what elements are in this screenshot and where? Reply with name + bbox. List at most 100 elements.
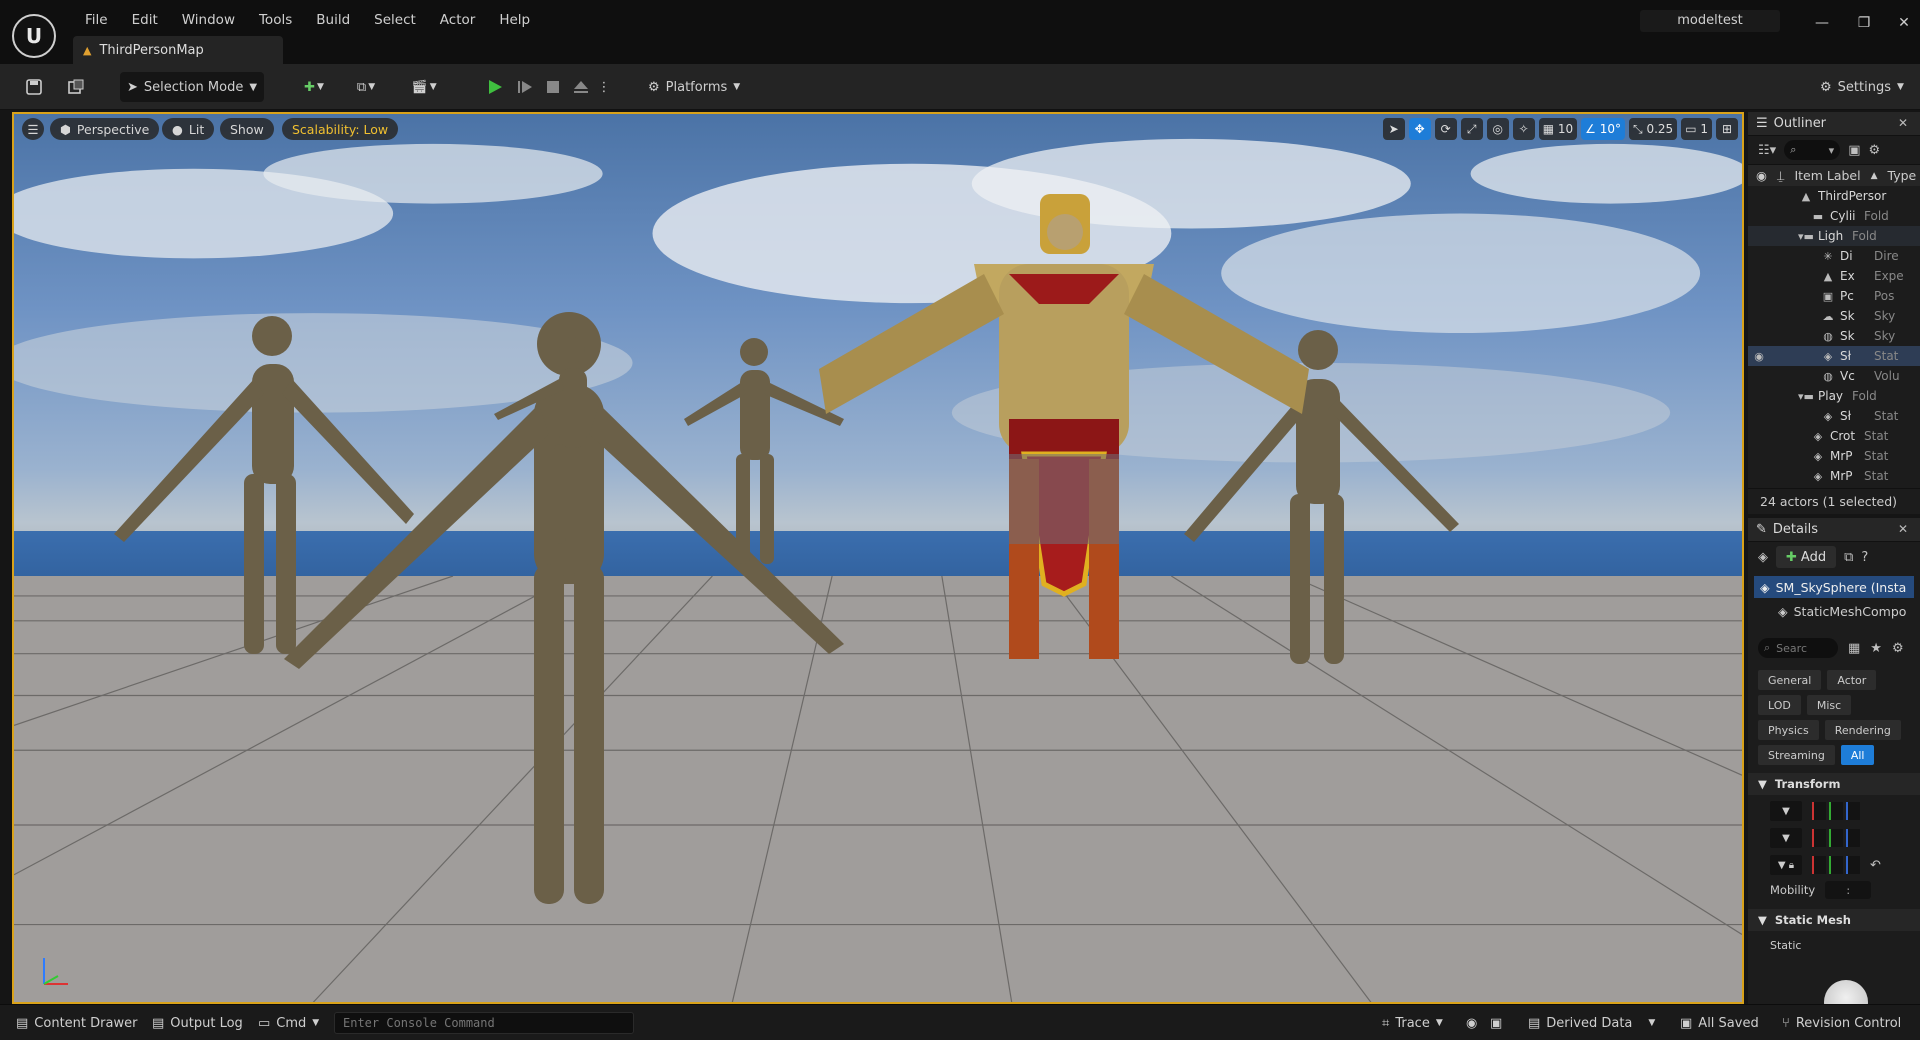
add-component-button[interactable]: ✚ Add — [1776, 546, 1837, 568]
cinematics-button[interactable]: 🎬︎ ▼ — [404, 72, 444, 102]
outliner-row[interactable]: ▾▬ Ligh Fold — [1748, 226, 1920, 246]
menu-tools[interactable]: Tools — [247, 10, 304, 30]
table-view-icon[interactable]: ▦ — [1848, 641, 1860, 656]
outliner-row[interactable]: ▲ Ex Expe — [1748, 266, 1920, 286]
perspective-button[interactable]: ⬢ Perspective — [50, 118, 160, 140]
console-command-input[interactable] — [334, 1012, 634, 1034]
grid-snap-toggle[interactable]: ▦ 10 — [1538, 118, 1578, 140]
filter-misc[interactable]: Misc — [1806, 695, 1852, 715]
component-root[interactable]: ◈ SM_SkySphere (Insta — [1754, 576, 1914, 598]
viewport-layout-icon[interactable]: ⊞ — [1716, 118, 1738, 140]
gear-icon[interactable]: ⚙ — [1868, 143, 1880, 158]
filter-rendering[interactable]: Rendering — [1824, 720, 1901, 740]
z-field[interactable] — [1846, 829, 1860, 847]
output-log-button[interactable]: ▤ Output Log — [152, 1013, 243, 1033]
all-saved-button[interactable]: ▣ All Saved — [1680, 1013, 1759, 1033]
outliner-row[interactable]: ◈ Crot Stat — [1748, 426, 1920, 446]
location-dropdown[interactable]: ▼ — [1770, 801, 1802, 821]
details-search-input[interactable]: ⌕ Searc — [1758, 638, 1838, 658]
outliner-row[interactable]: ▾▬ Play Fold — [1748, 386, 1920, 406]
blueprint-icon[interactable]: ⧉ — [1844, 550, 1853, 565]
add-actor-button[interactable]: ✚ ▼ — [296, 72, 332, 102]
y-field[interactable] — [1829, 856, 1843, 874]
x-field[interactable] — [1812, 829, 1826, 847]
z-field[interactable] — [1846, 856, 1860, 874]
trace-dropdown[interactable]: ⌗ Trace ▼ — [1382, 1013, 1443, 1033]
outliner-row[interactable]: ◉ ◈ Sł Stat — [1748, 346, 1920, 366]
component-child[interactable]: ◈ StaticMeshCompo — [1754, 600, 1914, 622]
close-icon[interactable]: ✕ — [1898, 116, 1908, 130]
outliner-search-input[interactable]: ⌕ ▾ — [1784, 140, 1841, 160]
lit-button[interactable]: ● Lit — [162, 118, 215, 140]
mobility-toggle[interactable]: : — [1825, 881, 1872, 899]
camera-speed-button[interactable]: ▭ 1 — [1681, 118, 1712, 140]
outliner-row[interactable]: ▣ Pc Pos — [1748, 286, 1920, 306]
filter-actor[interactable]: Actor — [1827, 670, 1877, 690]
new-folder-icon[interactable]: ▣ — [1848, 143, 1860, 158]
select-tool-icon[interactable]: ➤ — [1382, 118, 1405, 140]
rotation-snap-toggle[interactable]: ∠ 10° — [1581, 118, 1626, 140]
menu-file[interactable]: File — [73, 10, 120, 30]
snapshot-icon[interactable]: ▣ — [1490, 1013, 1502, 1033]
play-button[interactable] — [482, 72, 508, 102]
x-field[interactable] — [1812, 856, 1826, 874]
record-icon[interactable]: ◉ — [1466, 1013, 1477, 1033]
item-label-column[interactable]: Item Label — [1794, 168, 1860, 183]
outliner-row[interactable]: ✳ Di Dire — [1748, 246, 1920, 266]
filter-all[interactable]: All — [1840, 745, 1875, 765]
visibility-eye-icon[interactable]: ◉ — [1748, 350, 1770, 363]
eject-button[interactable] — [568, 72, 594, 102]
outliner-row[interactable]: ◈ Sł Stat — [1748, 406, 1920, 426]
tab-third-person-map[interactable]: ▲ ThirdPersonMap — [73, 36, 283, 64]
outliner-row[interactable]: ◈ MrP Stat — [1748, 466, 1920, 486]
save-icon[interactable] — [22, 72, 46, 102]
z-field[interactable] — [1846, 802, 1860, 820]
minimize-button[interactable]: — — [1802, 8, 1842, 38]
filter-streaming[interactable]: Streaming — [1758, 745, 1835, 765]
restore-button[interactable]: ❐ — [1844, 8, 1884, 38]
scalability-badge[interactable]: Scalability: Low — [282, 118, 399, 140]
settings-dropdown[interactable]: ⚙ Settings ▼ — [1820, 72, 1904, 102]
outliner-row[interactable]: ◍ Vc Volu — [1748, 366, 1920, 386]
filter-lod[interactable]: LOD — [1758, 695, 1801, 715]
menu-edit[interactable]: Edit — [120, 10, 170, 30]
static-mesh-section[interactable]: ▼ Static Mesh — [1748, 909, 1920, 931]
visibility-eye-icon[interactable]: ◉ — [1756, 168, 1767, 183]
platforms-dropdown[interactable]: ⚙ Platforms ▼ — [648, 72, 740, 102]
more-options-icon[interactable]: ⋮ — [598, 72, 611, 102]
rotate-tool-icon[interactable]: ⟳ — [1434, 118, 1457, 140]
blueprint-button[interactable]: ⧉ ▼ — [346, 72, 386, 102]
level-viewport[interactable]: ☰ ⬢ Perspective ● Lit Show Scalability: Lo… — [12, 112, 1744, 1004]
outliner-row[interactable]: ▲ ThirdPersor — [1748, 186, 1920, 206]
show-button[interactable]: Show — [220, 118, 274, 140]
outliner-row[interactable]: ▬ Cylii Fold — [1748, 206, 1920, 226]
reset-arrow-icon[interactable]: ↶ — [1870, 858, 1881, 873]
unreal-logo[interactable]: U — [12, 14, 56, 58]
y-field[interactable] — [1829, 802, 1843, 820]
scale-dropdown[interactable]: ▼ 🔒︎ — [1770, 855, 1802, 875]
content-drawer-button[interactable]: ▤ Content Drawer — [16, 1013, 137, 1033]
outliner-tab[interactable]: ☰ Outliner ✕ — [1748, 112, 1920, 136]
scale-snap-toggle[interactable]: ⤡ 0.25 — [1629, 118, 1678, 140]
derived-data-dropdown[interactable]: ▤ Derived Data ▼ — [1528, 1013, 1655, 1033]
filter-physics[interactable]: Physics — [1758, 720, 1819, 740]
browse-level-icon[interactable] — [64, 72, 88, 102]
menu-window[interactable]: Window — [170, 10, 247, 30]
static-mesh-thumbnail[interactable] — [1824, 980, 1868, 1004]
type-column[interactable]: Type — [1888, 168, 1917, 183]
menu-help[interactable]: Help — [487, 10, 542, 30]
translate-tool-icon[interactable]: ✥ — [1408, 118, 1431, 140]
menu-select[interactable]: Select — [362, 10, 428, 30]
close-icon[interactable]: ✕ — [1898, 522, 1908, 536]
filter-icon[interactable]: ☷▾ — [1758, 143, 1776, 158]
pin-icon[interactable]: ⍊ — [1777, 168, 1785, 184]
menu-actor[interactable]: Actor — [428, 10, 488, 30]
revision-control-button[interactable]: ⑂ Revision Control — [1782, 1013, 1901, 1033]
gear-icon[interactable]: ⚙ — [1892, 641, 1904, 656]
cmd-dropdown[interactable]: ▭ Cmd ▼ — [258, 1013, 319, 1033]
transform-section[interactable]: ▼ Transform — [1748, 773, 1920, 795]
filter-general[interactable]: General — [1758, 670, 1822, 690]
play-step-button[interactable] — [512, 72, 538, 102]
surface-snap-icon[interactable]: ✧ — [1512, 118, 1535, 140]
close-button[interactable]: ✕ — [1884, 8, 1920, 38]
